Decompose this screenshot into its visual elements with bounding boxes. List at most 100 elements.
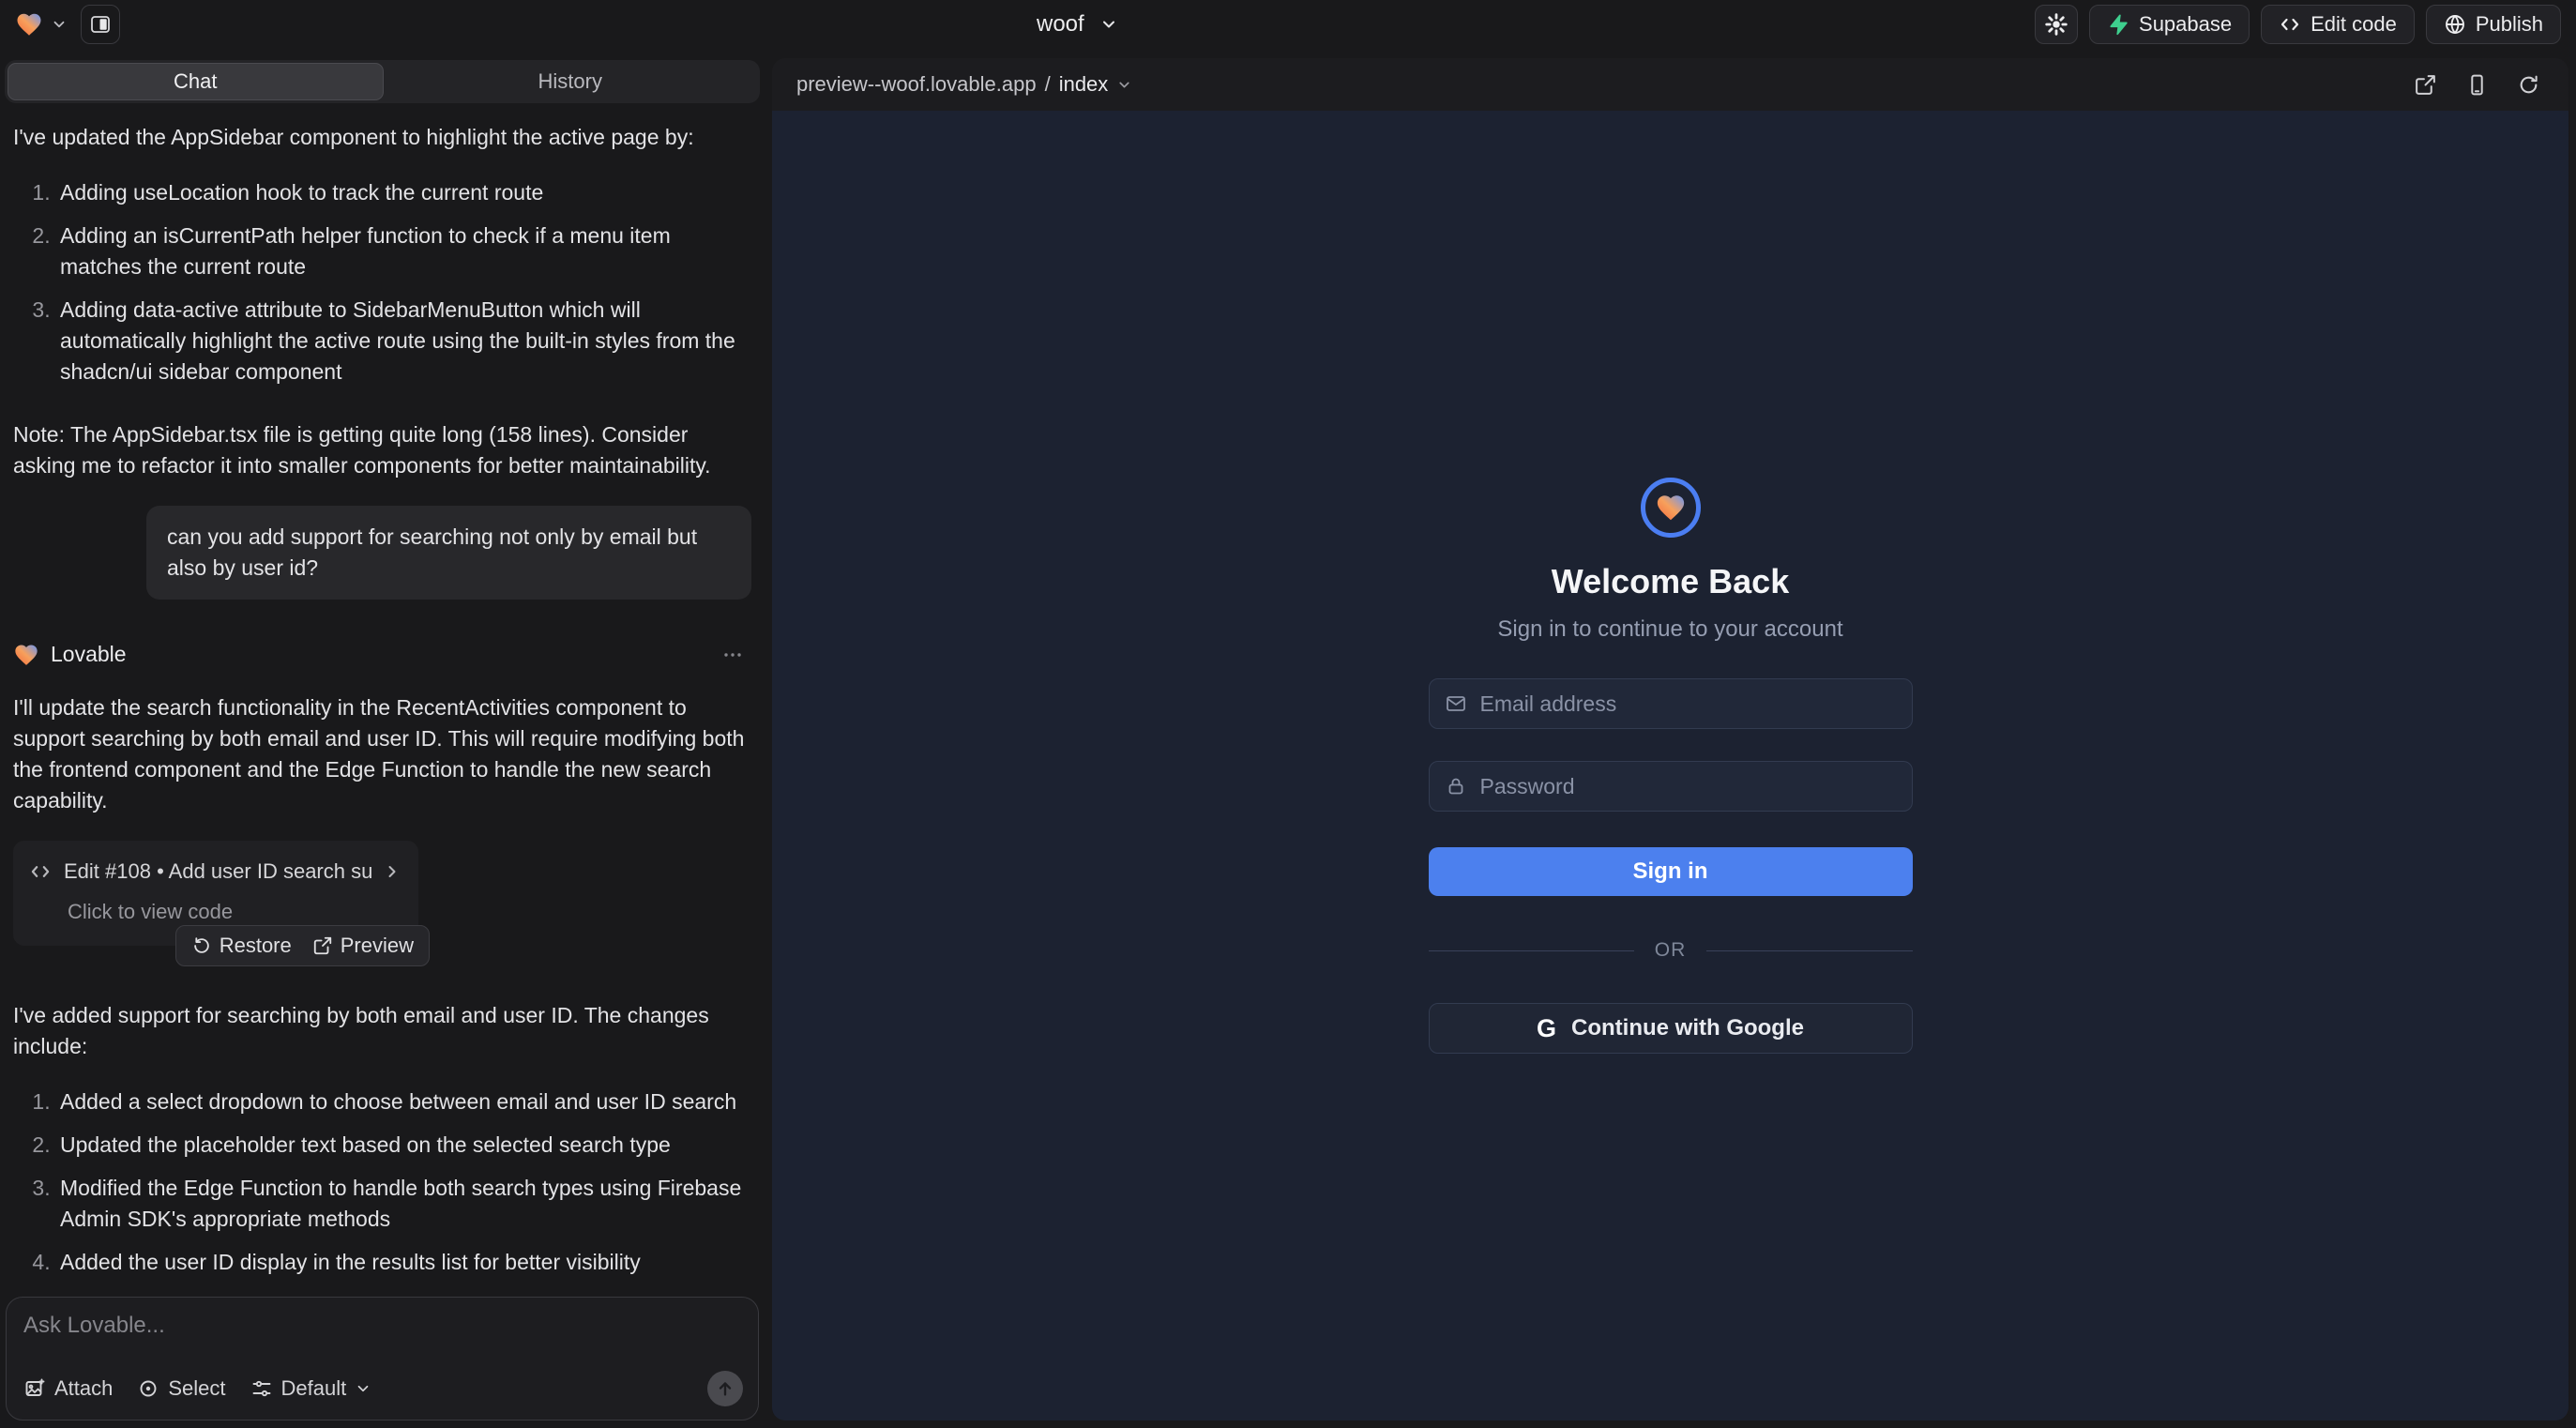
assistant-list: Adding useLocation hook to track the cur…: [13, 177, 753, 387]
page-title: Welcome Back: [1552, 562, 1789, 601]
preview-button[interactable]: Preview: [312, 934, 414, 958]
mobile-device-icon: [2465, 73, 2489, 97]
lovable-heart-icon: [15, 10, 43, 38]
user-message: can you add support for searching not on…: [146, 506, 751, 600]
preview-label: Preview: [341, 934, 414, 958]
topbar: woof Supabase Edi: [0, 0, 2576, 49]
app-logo: [1641, 478, 1701, 538]
chat-messages[interactable]: I've updated the AppSidebar component to…: [0, 103, 765, 1289]
send-button[interactable]: [707, 1371, 743, 1406]
assistant-note-text: Note: The AppSidebar.tsx file is getting…: [13, 419, 753, 481]
password-field[interactable]: [1429, 761, 1913, 812]
chevron-down-icon: [355, 1380, 371, 1397]
sign-in-form: Welcome Back Sign in to continue to your…: [1429, 478, 1913, 1054]
list-item: Adding an isCurrentPath helper function …: [56, 220, 753, 282]
list-item: Modified the Edge Function to handle bot…: [56, 1173, 753, 1235]
lovable-app: woof Supabase Edi: [0, 0, 2576, 1428]
more-options-icon: [721, 644, 744, 666]
globe-icon: [2444, 13, 2466, 36]
toggle-sidebar-button[interactable]: [81, 5, 120, 44]
list-item: Updated the placeholder text based on th…: [56, 1130, 753, 1161]
assistant-list: Added a select dropdown to choose betwee…: [13, 1086, 753, 1278]
list-item: Adding data-active attribute to SidebarM…: [56, 295, 753, 387]
chevron-down-icon: [51, 16, 68, 33]
google-sign-in-button[interactable]: G Continue with Google: [1429, 1003, 1913, 1054]
open-in-new-tab-button[interactable]: [2414, 73, 2437, 97]
edit-card-wrap: Edit #108 • Add user ID search supp... C…: [13, 841, 418, 946]
or-label: OR: [1655, 939, 1687, 962]
select-target-icon: [137, 1377, 159, 1400]
assistant-summary-text: I've added support for searching by both…: [13, 1000, 753, 1062]
or-divider: OR: [1429, 939, 1913, 962]
edit-card-subtitle: Click to view code: [68, 896, 402, 927]
gear-icon: [2044, 12, 2068, 37]
preview-header: preview--woof.lovable.app / index: [772, 58, 2568, 111]
refresh-button[interactable]: [2517, 73, 2540, 97]
select-button[interactable]: Select: [137, 1376, 225, 1401]
refresh-icon: [2517, 73, 2540, 97]
select-label: Select: [168, 1376, 225, 1401]
restore-label: Restore: [220, 934, 292, 958]
chat-panel: Chat History I've updated the AppSidebar…: [0, 49, 765, 1428]
assistant-intro-text: I've updated the AppSidebar component to…: [13, 122, 753, 153]
chat-history-tabs: Chat History: [5, 60, 760, 103]
lovable-logo-menu[interactable]: [15, 10, 68, 38]
preview-url-dropdown[interactable]: preview--woof.lovable.app / index: [796, 72, 1132, 97]
code-brackets-icon: [28, 859, 53, 884]
project-name: woof: [1037, 11, 1084, 38]
password-lock-icon: [1445, 775, 1467, 798]
tab-history[interactable]: History: [384, 63, 758, 100]
mobile-view-button[interactable]: [2465, 73, 2489, 97]
mode-dropdown[interactable]: Default: [250, 1376, 372, 1401]
lovable-heart-icon: [13, 642, 39, 668]
sidebar-panel-icon: [89, 13, 112, 36]
preview-panel: preview--woof.lovable.app / index: [772, 58, 2568, 1420]
supabase-label: Supabase: [2139, 12, 2232, 37]
chat-input[interactable]: [23, 1313, 743, 1339]
supabase-button[interactable]: Supabase: [2089, 5, 2250, 44]
mode-label: Default: [281, 1376, 347, 1401]
edit-code-button[interactable]: Edit code: [2261, 5, 2415, 44]
url-separator: /: [1045, 72, 1051, 97]
mode-sliders-icon: [250, 1377, 273, 1400]
restore-button[interactable]: Restore: [191, 934, 292, 958]
email-input[interactable]: [1480, 691, 1897, 717]
composer-toolbar: Attach Select Default: [23, 1371, 743, 1406]
publish-button[interactable]: Publish: [2426, 5, 2561, 44]
edit-card-title: Edit #108 • Add user ID search supp...: [64, 856, 371, 887]
supabase-bolt-icon: [2107, 13, 2129, 36]
assistant-intro-text: I'll update the search functionality in …: [13, 692, 753, 816]
chevron-right-icon: [383, 862, 402, 881]
external-link-icon: [312, 935, 333, 956]
preview-url: preview--woof.lovable.app: [796, 72, 1037, 97]
google-g-icon: G: [1537, 1014, 1556, 1043]
code-brackets-icon: [2279, 13, 2301, 36]
list-item: Added the user ID display in the results…: [56, 1247, 753, 1278]
publish-label: Publish: [2476, 12, 2543, 37]
list-item: Added a select dropdown to choose betwee…: [56, 1086, 753, 1117]
email-field[interactable]: [1429, 678, 1913, 729]
page-subtitle: Sign in to continue to your account: [1497, 616, 1842, 643]
assistant-name: Lovable: [51, 639, 127, 670]
settings-button[interactable]: [2035, 5, 2078, 44]
tab-chat[interactable]: Chat: [8, 63, 384, 100]
sign-in-button[interactable]: Sign in: [1429, 847, 1913, 896]
preview-viewport: Welcome Back Sign in to continue to your…: [772, 111, 2568, 1420]
open-in-new-icon: [2414, 73, 2437, 97]
assistant-header: Lovable: [13, 639, 753, 670]
list-item: Adding useLocation hook to track the cur…: [56, 177, 753, 208]
attach-image-icon: [23, 1377, 46, 1400]
google-label: Continue with Google: [1571, 1015, 1804, 1041]
edit-code-label: Edit code: [2311, 12, 2397, 37]
password-input[interactable]: [1480, 774, 1897, 799]
message-options-button[interactable]: [721, 644, 744, 666]
user-message-row: can you add support for searching not on…: [13, 506, 751, 600]
composer[interactable]: Attach Select Default: [6, 1297, 759, 1420]
attach-button[interactable]: Attach: [23, 1376, 113, 1401]
send-arrow-icon: [715, 1378, 735, 1399]
email-envelope-icon: [1445, 692, 1467, 715]
project-switcher[interactable]: woof: [1037, 0, 1118, 49]
chevron-down-icon: [1116, 77, 1132, 93]
heart-icon: [1655, 492, 1687, 524]
preview-page: index: [1059, 72, 1109, 97]
